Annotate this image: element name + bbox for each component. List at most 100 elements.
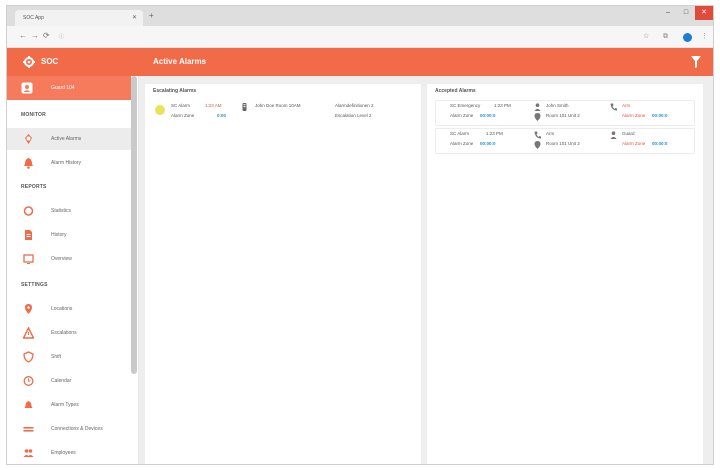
person-icon [610, 131, 617, 139]
alarm-name: SC Alarm [450, 131, 470, 136]
url-field[interactable]: ⓘ [59, 31, 479, 43]
alarm-definition: Alarmdefinitionen 2 [335, 103, 374, 108]
escalating-alarms-title: Escalating Alarms [153, 88, 197, 94]
sidebar-item-label: Statistics [51, 208, 72, 214]
main-content: Escalating Alarms SC Alarm 1:23 AM Alarm… [139, 76, 713, 464]
sidebar-item-label: Alarm History [51, 160, 82, 166]
close-window-button[interactable]: ✕ [695, 6, 713, 20]
alarm-icon [25, 134, 32, 144]
section-settings: SETTINGS [21, 282, 48, 288]
browser-tabbar: SOC App ✕ + – □ ✕ [7, 6, 713, 26]
profile-avatar[interactable] [683, 33, 692, 42]
minimize-button[interactable]: – [659, 6, 677, 20]
location-pin-icon [534, 141, 541, 149]
sidebar-item-alarm-history[interactable]: Alarm History [7, 152, 131, 174]
sidebar-item-label: Alarm Types [51, 402, 79, 408]
alarm-status-dot [155, 105, 165, 115]
person-icon [534, 103, 541, 111]
accepted-alarm-card[interactable]: SC Alarm 1:23 PM Alarm Zone 00:00:0 Arm … [435, 128, 695, 154]
alarm-place: Room 101 Unit 2 [546, 141, 580, 146]
sidebar-item-label: Escalations [51, 330, 77, 336]
assigned-person: John Smith [546, 103, 569, 108]
forward-button[interactable]: → [31, 31, 39, 41]
section-monitor: MONITOR [21, 112, 46, 118]
browser-menu-icon[interactable]: ⋮ [701, 32, 708, 42]
alarm-time: 1:23 PM [486, 131, 503, 136]
bookmark-star-icon[interactable]: ☆ [643, 32, 649, 42]
user-menu[interactable]: Guard 104 [7, 76, 131, 100]
contact-zone: Alarm Zone [622, 141, 646, 146]
browser-tab[interactable]: SOC App ✕ [15, 10, 143, 26]
bell-type-icon [24, 401, 33, 408]
escalating-alarms-panel: Escalating Alarms SC Alarm 1:23 AM Alarm… [145, 84, 421, 464]
sidebar-item-label: Calendar [51, 378, 72, 384]
sidebar-item-connections-devices[interactable]: Connections & Devices [7, 418, 131, 440]
filter-icon[interactable] [691, 56, 701, 68]
bell-icon [24, 158, 33, 169]
tab-close-icon[interactable]: ✕ [132, 10, 137, 26]
browser-tab-title: SOC App [23, 15, 44, 21]
alarm-place: Room 101 Unit 2 [546, 113, 580, 118]
sidebar-item-overview[interactable]: Overview [7, 248, 131, 270]
sidebar-item-history[interactable]: History [7, 224, 131, 246]
page-title: Active Alarms [153, 57, 207, 66]
sidebar-item-label: Connections & Devices [51, 426, 103, 432]
chart-ring-icon [23, 206, 34, 216]
contact-name: Guard [622, 131, 635, 136]
sidebar-item-locations[interactable]: Locations [7, 298, 131, 320]
gear-logo-icon [23, 56, 35, 68]
sidebar-item-employees[interactable]: Employees [7, 442, 131, 464]
sidebar-item-label: Overview [51, 256, 72, 262]
browser-window: SOC App ✕ + – □ ✕ ← → ⟳ ⓘ ☆ ⧉ ⋮ SOC Acti… [6, 5, 714, 465]
extensions-icon[interactable]: ⧉ [663, 32, 668, 42]
devices-icon [23, 427, 34, 432]
section-reports: REPORTS [21, 184, 47, 190]
user-name: Guard 104 [51, 85, 75, 91]
contact-timer: 00:00:0 [652, 113, 668, 118]
alarm-timer: 00:00:0 [480, 113, 496, 118]
accepted-alarm-card[interactable]: SC Emergency 1:23 PM Alarm Zone 00:00:0 … [435, 100, 695, 126]
sidebar-item-label: History [51, 232, 67, 238]
site-info-icon[interactable]: ⓘ [59, 34, 64, 40]
new-tab-icon[interactable]: + [149, 11, 154, 21]
escalating-alarm-item[interactable]: SC Alarm 1:23 AM Alarm Zone 0:00 John Do… [151, 100, 415, 130]
location-icon [25, 304, 32, 314]
contact-name: Arm [622, 103, 631, 108]
sidebar: Guard 104 MONITOR Active Alarms Alarm Hi… [7, 76, 139, 464]
people-icon [23, 449, 34, 457]
sidebar-item-label: Active Alarms [51, 136, 82, 142]
sidebar-item-label: Employees [51, 450, 76, 456]
sidebar-item-label: Locations [51, 306, 73, 312]
device-icon [242, 103, 247, 111]
alarm-zone: Alarm Zone [450, 113, 474, 118]
contact-zone: Alarm Zone [622, 113, 646, 118]
assigned-person: Arm [546, 131, 555, 136]
back-button[interactable]: ← [19, 31, 27, 41]
sidebar-item-calendar[interactable]: Calendar [7, 370, 131, 392]
contact-timer: 00:00:0 [652, 141, 668, 146]
document-icon [25, 230, 32, 240]
sidebar-item-alarm-types[interactable]: Alarm Types [7, 394, 131, 416]
sidebar-item-shift[interactable]: Shift [7, 346, 131, 368]
maximize-button[interactable]: □ [677, 6, 695, 20]
warning-icon [23, 327, 34, 339]
screen-icon [23, 254, 34, 264]
reload-button[interactable]: ⟳ [43, 31, 50, 41]
sidebar-item-active-alarms[interactable]: Active Alarms [7, 128, 131, 150]
app-header: SOC Active Alarms [7, 48, 713, 76]
brand-name: SOC [41, 57, 59, 66]
shield-icon [23, 351, 34, 363]
sidebar-item-escalations[interactable]: Escalations [7, 322, 131, 344]
accepted-alarms-title: Accepted Alarms [435, 88, 476, 94]
user-icon [21, 82, 33, 94]
alarm-time: 1:23 AM [205, 103, 222, 108]
phone-icon [610, 103, 617, 111]
phone-icon [534, 131, 541, 139]
alarm-location: John Doe Room 10AM [255, 103, 301, 108]
sidebar-scrollbar[interactable] [131, 76, 137, 374]
alarm-zone: Alarm Zone [450, 141, 474, 146]
sidebar-item-statistics[interactable]: Statistics [7, 200, 131, 222]
location-pin-icon [534, 113, 541, 121]
address-bar: ← → ⟳ ⓘ ☆ ⧉ ⋮ [7, 26, 713, 48]
alarm-timer: 00:00:0 [480, 141, 496, 146]
